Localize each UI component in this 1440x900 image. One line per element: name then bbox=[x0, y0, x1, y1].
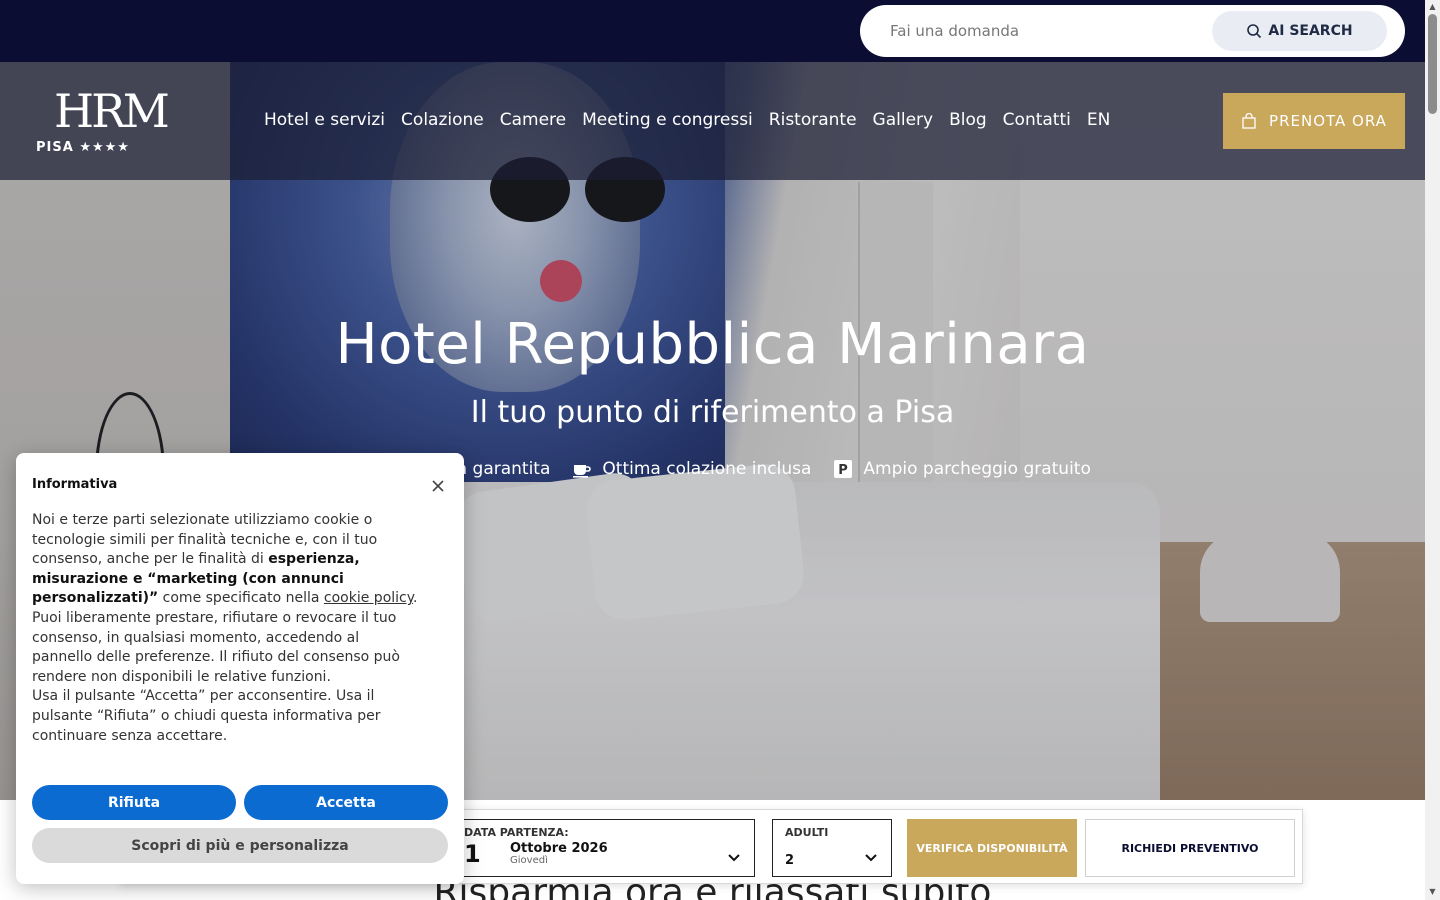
site-logo[interactable]: HRM PISA ★★★★ bbox=[36, 80, 170, 160]
shopping-bag-icon bbox=[1242, 113, 1256, 129]
ai-search-label: AI SEARCH bbox=[1268, 23, 1353, 39]
nav-item-hotel-e-servizi[interactable]: Hotel e servizi bbox=[264, 110, 385, 130]
nav-item-blog[interactable]: Blog bbox=[949, 110, 987, 130]
main-nav: Hotel e servizi Colazione Camere Meeting… bbox=[264, 110, 1110, 130]
cookie-text: Noi e terze parti selezionate utilizziam… bbox=[32, 511, 422, 746]
cookie-title: Informativa bbox=[32, 477, 118, 492]
nav-item-contatti[interactable]: Contatti bbox=[1003, 110, 1071, 130]
nav-item-ristorante[interactable]: Ristorante bbox=[769, 110, 857, 130]
chevron-down-icon bbox=[728, 854, 740, 862]
ai-search-box: AI SEARCH bbox=[860, 5, 1405, 57]
feature-item: Ottima colazione inclusa bbox=[572, 459, 811, 479]
hero-features: ffa garantita Ottima colazione inclusa P… bbox=[445, 456, 1091, 482]
feature-label: Ampio parcheggio gratuito bbox=[863, 459, 1091, 479]
nav-item-gallery[interactable]: Gallery bbox=[873, 110, 934, 130]
departure-label: DATA PARTENZA: bbox=[464, 826, 569, 839]
request-quote-button[interactable]: RICHIEDI PREVENTIVO bbox=[1085, 819, 1295, 877]
cookie-paragraph: Puoi liberamente prestare, rifiutare o r… bbox=[32, 609, 400, 685]
nav-item-camere[interactable]: Camere bbox=[500, 110, 566, 130]
adults-label: ADULTI bbox=[785, 826, 829, 839]
cookie-paragraph: Usa il pulsante “Accetta” per acconsenti… bbox=[32, 688, 381, 744]
logo-city: PISA ★★★★ bbox=[36, 140, 130, 155]
hero-subtitle: Il tuo punto di riferimento a Pisa bbox=[470, 395, 955, 430]
reject-button[interactable]: Rifiuta bbox=[32, 785, 236, 820]
scrollbar-thumb[interactable] bbox=[1428, 14, 1437, 114]
main-header: HRM PISA ★★★★ Hotel e servizi Colazione … bbox=[0, 62, 1425, 180]
cookie-text-part: . bbox=[413, 590, 418, 607]
departure-day: 1 bbox=[464, 840, 481, 868]
book-now-button[interactable]: PRENOTA ORA bbox=[1223, 93, 1405, 149]
feature-label: Ottima colazione inclusa bbox=[602, 459, 812, 479]
parking-icon: P bbox=[834, 460, 853, 478]
close-button[interactable] bbox=[428, 476, 448, 496]
departure-date-field[interactable]: DATA PARTENZA: 1 Ottobre 2026 Giovedì bbox=[451, 819, 755, 877]
cookie-paragraph: Noi e terze parti selezionate utilizziam… bbox=[32, 511, 422, 609]
hero-title: Hotel Repubblica Marinara bbox=[335, 312, 1090, 377]
book-now-label: PRENOTA ORA bbox=[1269, 112, 1387, 130]
svg-text:P: P bbox=[839, 463, 849, 478]
coffee-icon bbox=[573, 465, 592, 478]
scroll-down-icon[interactable]: ▼ bbox=[1428, 887, 1437, 896]
cookie-banner: Informativa Noi e terze parti selezionat… bbox=[16, 453, 464, 884]
cookie-policy-link[interactable]: cookie policy bbox=[324, 590, 413, 606]
customize-button[interactable]: Scopri di più e personalizza bbox=[32, 828, 448, 863]
page-scrollbar[interactable]: ▲ ▼ bbox=[1425, 0, 1440, 900]
ai-search-button[interactable]: AI SEARCH bbox=[1212, 11, 1387, 51]
adults-value: 2 bbox=[785, 853, 795, 868]
top-bar: AI SEARCH bbox=[0, 0, 1425, 62]
feature-item: P Ampio parcheggio gratuito bbox=[833, 459, 1091, 479]
check-availability-button[interactable]: VERIFICA DISPONIBILITÀ bbox=[907, 819, 1077, 877]
logo-mark: HRM bbox=[54, 84, 170, 138]
close-icon bbox=[432, 480, 444, 492]
search-icon bbox=[1247, 24, 1262, 39]
departure-weekday: Giovedì bbox=[510, 855, 548, 866]
scroll-up-icon[interactable]: ▲ bbox=[1428, 2, 1437, 11]
language-switch-en[interactable]: EN bbox=[1087, 110, 1110, 130]
nav-item-meeting[interactable]: Meeting e congressi bbox=[582, 110, 753, 130]
ai-search-input[interactable] bbox=[890, 5, 1190, 57]
adults-select[interactable]: ADULTI 2 bbox=[772, 819, 892, 877]
departure-month: Ottobre 2026 bbox=[510, 841, 608, 856]
cookie-text-part: come specificato nella bbox=[158, 590, 324, 607]
chevron-down-icon bbox=[865, 854, 877, 862]
accept-button[interactable]: Accetta bbox=[244, 785, 448, 820]
nav-item-colazione[interactable]: Colazione bbox=[401, 110, 484, 130]
